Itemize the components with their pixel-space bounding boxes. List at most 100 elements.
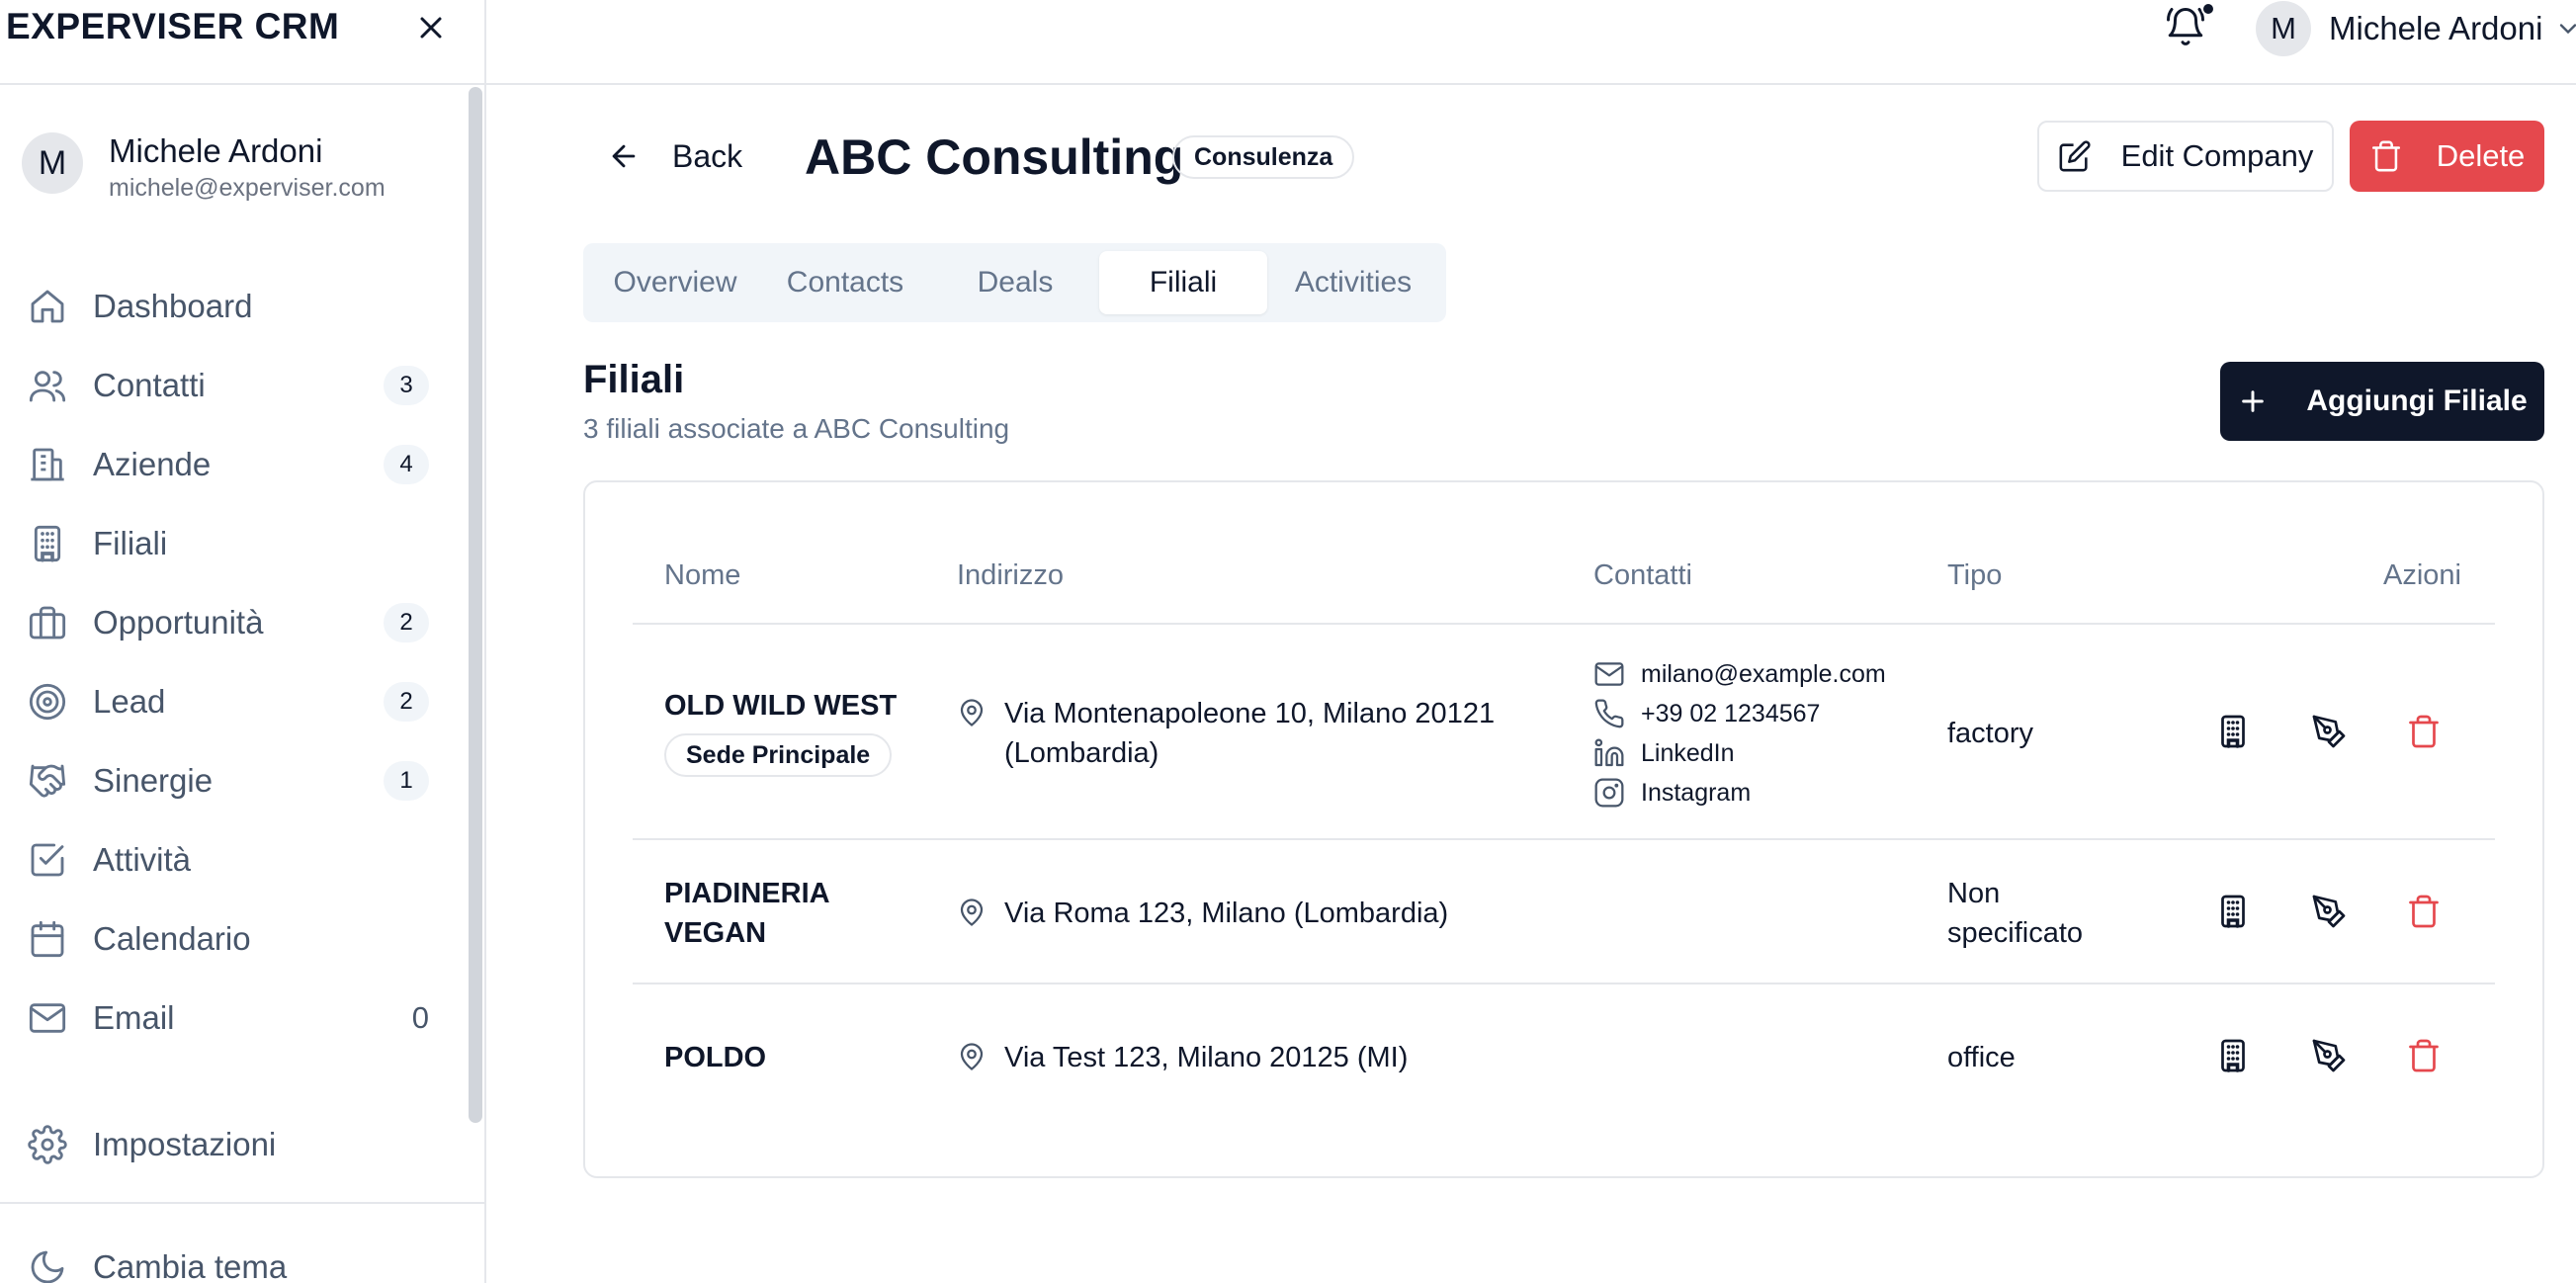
arrow-left-icon	[607, 139, 641, 173]
filiale-type-line-2: specificato	[1947, 917, 2084, 949]
sidebar-scrollbar[interactable]	[469, 87, 482, 1123]
sidebar-item-sinergie[interactable]: Sinergie 1	[28, 751, 429, 811]
add-filiale-button[interactable]: Aggiungi Filiale	[2220, 362, 2544, 441]
sidebar-item-filiali[interactable]: Filiali	[28, 514, 429, 573]
brand-divider	[0, 83, 484, 85]
sidebar: EXPERVISER CRM M Michele Ardoni michele@…	[0, 0, 486, 1283]
building-icon[interactable]	[2215, 714, 2251, 749]
sidebar-item-impostazioni[interactable]: Impostazioni	[28, 1115, 429, 1174]
building-icon[interactable]	[2215, 894, 2251, 929]
map-pin-icon	[957, 1042, 987, 1071]
page-title: ABC Consulting	[805, 129, 1184, 185]
user-menu[interactable]: M Michele Ardoni	[2256, 0, 2576, 57]
building-icon[interactable]	[2215, 1038, 2251, 1073]
edit-company-label: Edit Company	[2120, 138, 2314, 173]
tab-bar: Overview Contacts Deals Filiali Activiti…	[583, 243, 1446, 322]
sidebar-item-attivita[interactable]: Attività	[28, 830, 429, 890]
delete-label: Delete	[2436, 138, 2526, 173]
sidebar-item-dashboard[interactable]: Dashboard	[28, 277, 429, 336]
filiale-address: Via Montenapoleone 10, Milano 20121 (Lom…	[957, 694, 1495, 773]
contact-phone-text: +39 02 1234567	[1641, 699, 1821, 727]
avatar: M	[2256, 1, 2311, 56]
handshake-icon	[28, 761, 67, 801]
target-icon	[28, 682, 67, 722]
theme-toggle[interactable]: Cambia tema	[28, 1238, 429, 1283]
filiale-type: factory	[1947, 718, 2034, 749]
filiale-name: POLDO	[664, 1042, 767, 1073]
column-header-indirizzo: Indirizzo	[957, 559, 1064, 591]
row-divider	[633, 983, 2495, 984]
edit-icon	[2058, 139, 2092, 173]
pen-tool-icon[interactable]	[2311, 894, 2347, 929]
pen-tool-icon[interactable]	[2311, 714, 2347, 749]
contact-email-text: milano@example.com	[1641, 659, 1886, 688]
sidebar-item-label: Opportunità	[93, 604, 264, 641]
sidebar-item-calendario[interactable]: Calendario	[28, 909, 429, 969]
sidebar-item-label: Aziende	[93, 446, 212, 482]
count-badge: 2	[384, 603, 429, 642]
sidebar-item-label: Contatti	[93, 367, 206, 403]
column-header-azioni: Azioni	[2383, 559, 2461, 591]
sidebar-item-label: Email	[93, 999, 175, 1036]
add-filiale-label: Aggiungi Filiale	[2306, 385, 2528, 417]
trash-icon[interactable]	[2406, 714, 2442, 749]
header-divider	[633, 623, 2495, 625]
tab-contacts[interactable]: Contacts	[761, 251, 929, 314]
sidebar-item-label: Calendario	[93, 920, 251, 957]
moon-icon	[28, 1247, 67, 1283]
contact-instagram[interactable]: Instagram	[1593, 773, 1751, 813]
section-subtitle: 3 filiali associate a ABC Consulting	[583, 413, 1010, 444]
count-badge: 2	[384, 682, 429, 722]
sidebar-item-label: Sinergie	[93, 762, 214, 799]
filiale-address: Via Test 123, Milano 20125 (MI)	[957, 1038, 1408, 1077]
contact-phone[interactable]: +39 02 1234567	[1593, 694, 1820, 733]
tab-filiali[interactable]: Filiali	[1099, 251, 1267, 314]
user-menu-name: Michele Ardoni	[2329, 10, 2543, 46]
sidebar-user-name: Michele Ardoni	[109, 132, 323, 169]
tab-deals[interactable]: Deals	[931, 251, 1099, 314]
phone-icon	[1593, 698, 1625, 729]
gear-icon	[28, 1125, 67, 1164]
chevron-down-icon	[2554, 15, 2576, 43]
contact-email[interactable]: milano@example.com	[1593, 654, 1886, 694]
tab-overview[interactable]: Overview	[591, 251, 759, 314]
filiali-table-card	[583, 480, 2544, 1178]
filiale-name-line-1: PIADINERIA	[664, 878, 830, 909]
column-header-contatti: Contatti	[1593, 559, 1692, 591]
sidebar-item-aziende[interactable]: Aziende 4	[28, 435, 429, 494]
sidebar-item-label: Impostazioni	[93, 1126, 277, 1162]
buildings-icon	[28, 445, 67, 484]
count-badge: 3	[384, 366, 429, 405]
filiale-address: Via Roma 123, Milano (Lombardia)	[957, 894, 1448, 933]
notification-dot	[2201, 2, 2215, 16]
sidebar-item-label: Filiali	[93, 525, 168, 561]
close-sidebar-icon[interactable]	[413, 10, 449, 45]
trash-icon[interactable]	[2406, 1038, 2442, 1073]
filiale-type-line-1: Non	[1947, 878, 2001, 909]
edit-company-button[interactable]: Edit Company	[2037, 121, 2334, 192]
sidebar-item-lead[interactable]: Lead 2	[28, 672, 429, 731]
checkbox-icon	[28, 840, 67, 880]
sidebar-item-opportunita[interactable]: Opportunità 2	[28, 593, 429, 652]
email-count: 0	[411, 1000, 429, 1035]
address-text: Via Roma 123, Milano (Lombardia)	[1004, 898, 1449, 929]
section-title: Filiali	[583, 358, 685, 401]
avatar: M	[22, 132, 83, 194]
bell-icon[interactable]	[2165, 6, 2206, 47]
sidebar-user-email: michele@experviser.com	[109, 174, 386, 202]
contact-linkedin[interactable]: LinkedIn	[1593, 733, 1735, 773]
delete-company-button[interactable]: Delete	[2350, 121, 2544, 192]
home-icon	[28, 287, 67, 326]
tab-activities[interactable]: Activities	[1269, 251, 1437, 314]
topbar-divider	[486, 83, 2576, 85]
mail-icon	[28, 998, 67, 1038]
sidebar-item-email[interactable]: Email 0	[28, 988, 429, 1048]
category-badge: Consulenza	[1172, 135, 1355, 179]
sidebar-item-contatti[interactable]: Contatti 3	[28, 356, 429, 415]
trash-icon[interactable]	[2406, 894, 2442, 929]
map-pin-icon	[957, 698, 987, 727]
sede-principale-badge: Sede Principale	[664, 733, 893, 777]
back-button[interactable]: Back	[607, 128, 742, 184]
pen-tool-icon[interactable]	[2311, 1038, 2347, 1073]
linkedin-icon	[1593, 737, 1625, 769]
